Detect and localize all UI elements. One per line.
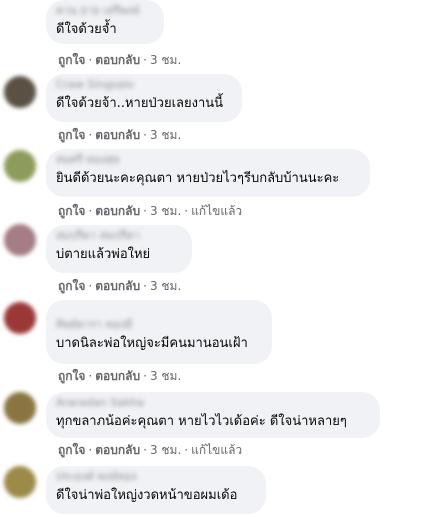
edited-label[interactable]: แก้ไขแล้ว: [191, 443, 242, 457]
comment-text: ดีใจน่าพ่อใหญ่งวดหน้าขอผมเด้อ: [56, 488, 238, 503]
like-link[interactable]: ถูกใจ: [58, 369, 85, 383]
separator-dot: ·: [88, 279, 93, 293]
comment-text: บ่ตายแล้วพ่อใหย่: [56, 247, 151, 262]
separator-dot: ·: [88, 53, 93, 67]
reply-link[interactable]: ตอบกลับ: [95, 128, 140, 142]
comment-time[interactable]: 3 ชม.: [150, 53, 181, 67]
separator-dot: ·: [143, 128, 147, 142]
comment-text: บาดนิละพ่อใหญ่จะมีคนมานอนเฝ้า: [56, 336, 248, 351]
comment-bubble: สมปรีดา สมปรีดา บ่ตายแล้วพ่อใหย่: [46, 225, 192, 273]
avatar[interactable]: [4, 224, 36, 256]
like-link[interactable]: ถูกใจ: [58, 128, 85, 142]
separator-dot: ·: [88, 443, 93, 457]
reply-link[interactable]: ตอบกลับ: [95, 204, 140, 218]
separator-dot: ·: [143, 369, 147, 383]
comment-time[interactable]: 3 ชม.: [150, 369, 181, 383]
avatar[interactable]: [4, 466, 36, 498]
separator-dot: ·: [88, 369, 93, 383]
comment-author[interactable]: สมศรี ทองสุข: [56, 154, 358, 165]
separator-dot: ·: [184, 204, 189, 218]
like-link[interactable]: ถูกใจ: [58, 443, 85, 457]
comment-bubble: Araradan Sakha ทุกขลาภน้อค่ะคุณตา หายไวไ…: [46, 392, 380, 438]
avatar[interactable]: [4, 150, 36, 182]
avatar[interactable]: [4, 76, 36, 108]
like-link[interactable]: ถูกใจ: [58, 204, 85, 218]
comment-time[interactable]: 3 ชม.: [150, 443, 181, 457]
comment-bubble: ควน ยาย เสรีพงษ์ ดีใจด้วยจ้ำ: [46, 0, 164, 44]
comment-text: ทุกขลาภน้อค่ะคุณตา หายไวไวเด้อค่ะ ดีใจน่…: [56, 414, 347, 429]
comment-time[interactable]: 3 ชม.: [150, 204, 181, 218]
comment-actions: ถูกใจ · ตอบกลับ · 3 ชม. · แก้ไขแล้ว: [58, 204, 242, 218]
separator-dot: ·: [143, 204, 147, 218]
separator-dot: ·: [184, 443, 189, 457]
comment-bubble: ทิพย์ดารา ทองมี บาดนิละพ่อใหญ่จะมีคนมานอ…: [46, 300, 272, 364]
comment-actions: ถูกใจ · ตอบกลับ · 3 ชม. · แก้ไขแล้ว: [58, 443, 242, 457]
reply-link[interactable]: ตอบกลับ: [95, 279, 140, 293]
reply-link[interactable]: ตอบกลับ: [95, 443, 140, 457]
comment-author[interactable]: ควน ยาย เสรีพงษ์: [56, 5, 152, 16]
comment-text: ยินดีด้วยนะคะคุณตา หายป่วยไวๆรีบกลับบ้าน…: [56, 171, 340, 186]
avatar[interactable]: [4, 302, 36, 334]
comment-author[interactable]: Craw Singsalo: [56, 79, 230, 90]
comment-author[interactable]: Araradan Sakha: [56, 397, 368, 408]
avatar[interactable]: [4, 392, 36, 424]
comment-time[interactable]: 3 ชม.: [150, 128, 181, 142]
reply-link[interactable]: ตอบกลับ: [95, 369, 140, 383]
comment-actions: ถูกใจ · ตอบกลับ · 3 ชม.: [58, 128, 181, 142]
comment-bubble: Craw Singsalo ดีใจด้วยจ้า..หายป่วยเลยงาน…: [46, 74, 242, 122]
separator-dot: ·: [143, 53, 147, 67]
separator-dot: ·: [143, 443, 147, 457]
comment-bubble: ประยงค์ พงษ์ทอง ดีใจน่าพ่อใหญ่งวดหน้าขอผ…: [46, 466, 266, 514]
separator-dot: ·: [88, 204, 93, 218]
comment-text: ดีใจด้วยจ้ำ: [56, 22, 117, 37]
reply-link[interactable]: ตอบกลับ: [95, 53, 140, 67]
comment-author[interactable]: ทิพย์ดารา ทองมี: [56, 319, 260, 330]
edited-label[interactable]: แก้ไขแล้ว: [191, 204, 242, 218]
comment-bubble: สมศรี ทองสุข ยินดีด้วยนะคะคุณตา หายป่วยไ…: [46, 149, 370, 197]
comment-text: ดีใจด้วยจ้า..หายป่วยเลยงานนี้: [56, 96, 224, 111]
comment-author[interactable]: สมปรีดา สมปรีดา: [56, 230, 180, 241]
separator-dot: ·: [143, 279, 147, 293]
comment-author[interactable]: ประยงค์ พงษ์ทอง: [56, 471, 254, 482]
like-link[interactable]: ถูกใจ: [58, 53, 85, 67]
comment-actions: ถูกใจ · ตอบกลับ · 3 ชม.: [58, 53, 181, 67]
comment-actions: ถูกใจ · ตอบกลับ · 3 ชม.: [58, 279, 181, 293]
avatar[interactable]: [4, 0, 36, 20]
comment-actions: ถูกใจ · ตอบกลับ · 3 ชม.: [58, 369, 181, 383]
comment-time[interactable]: 3 ชม.: [150, 279, 181, 293]
separator-dot: ·: [88, 128, 93, 142]
like-link[interactable]: ถูกใจ: [58, 279, 85, 293]
